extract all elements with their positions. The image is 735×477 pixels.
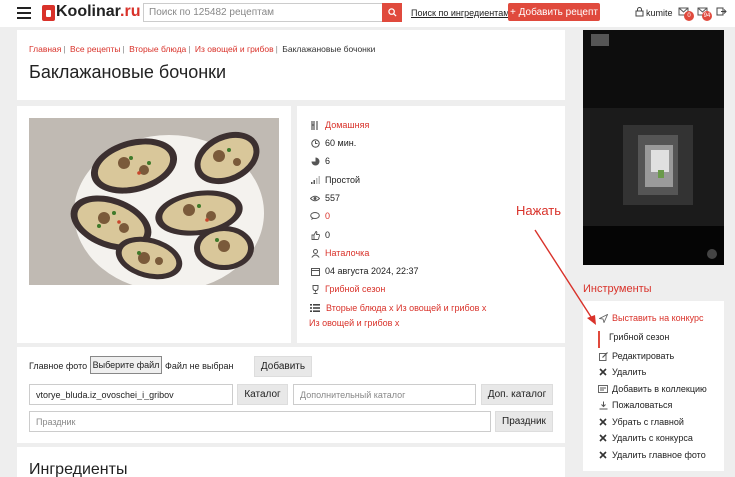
username[interactable]: kumite [646,8,673,18]
info-date: 04 августа 2024, 22:37 [310,266,419,276]
breadcrumb-home[interactable]: Главная [29,44,61,54]
servings-value: 6 [325,156,331,166]
collection-icon [598,385,608,393]
list-icon [310,304,320,312]
pie-icon [310,157,320,166]
logo-icon[interactable] [42,5,55,21]
user-lock-icon [635,7,644,17]
extra-catalog-input[interactable] [293,384,476,405]
catalog-button[interactable]: Каталог [237,384,288,405]
info-contest: Грибной сезон [310,284,385,294]
recipe-photo[interactable] [29,118,279,285]
search-button[interactable] [382,3,402,22]
search-input[interactable] [143,3,383,22]
time-value: 60 мин. [325,138,357,148]
logout-icon[interactable] [716,6,727,17]
choose-file-button[interactable]: Выберите файл [90,356,162,374]
holiday-input[interactable] [29,411,491,432]
submenu-marker [598,331,600,348]
cutlery-icon [310,120,320,130]
thumbs-up-icon[interactable] [310,230,320,240]
catalog-input[interactable] [29,384,233,405]
edit-icon [598,351,608,361]
views-value: 557 [325,193,341,203]
close-icon [598,418,608,426]
breadcrumb-vegetables[interactable]: Из овощей и грибов [195,44,274,54]
submenu-contest-option[interactable]: Грибной сезон [609,332,669,342]
main-photo-label: Главное фото [29,361,88,371]
eye-icon [310,195,320,202]
difficulty-value: Простой [325,175,361,185]
holiday-button[interactable]: Праздник [495,411,553,432]
breadcrumb-current: Баклажановые бочонки [282,44,376,54]
info-views: 557 [310,193,340,203]
add-recipe-button[interactable]: + Добавить рецепт [508,3,600,21]
categories-list: Вторые блюда x Из овощей и грибов x [310,303,486,313]
report-icon [598,401,608,410]
close-icon [598,368,608,376]
extra-catalog-button[interactable]: Доп. каталог [481,384,553,405]
notifications-badge: 0 [684,11,694,21]
annotation-label: Нажать [516,203,561,218]
breadcrumb: Главная | Все рецепты | Вторые блюда | Из о… [29,44,376,54]
annotation-arrow [534,229,596,325]
likes-value: 0 [325,230,331,240]
date-value: 04 августа 2024, 22:37 [325,266,419,276]
trophy-icon [310,284,320,294]
page-title: Баклажановые бочонки [29,62,227,82]
site-logo[interactable]: Koolinar.ru [56,3,140,21]
tool-delete-main-photo[interactable]: Удалить главное фото [598,450,706,460]
author-link[interactable]: Наталочка [325,248,369,258]
categories-line-1[interactable]: Вторые блюда x Из овощей и грибов x [326,303,486,313]
close-icon [598,451,608,459]
info-time: 60 мин. [310,138,356,148]
categories-line-2[interactable]: Из овощей и грибов x [309,318,399,328]
breadcrumb-main-dishes[interactable]: Вторые блюда [129,44,186,54]
ingredients-search-link[interactable]: Поиск по ингредиентам [411,8,509,18]
contest-link[interactable]: Грибной сезон [325,284,385,294]
info-cuisine: Домашняя [310,120,369,130]
close-icon [598,434,608,442]
info-comments: 0 [310,211,330,221]
tool-remove-from-main[interactable]: Убрать с главной [598,417,684,427]
info-author: Наталочка [310,248,369,258]
info-servings: 6 [310,156,330,166]
messages-badge: 94 [702,11,712,21]
ingredients-title: Ингредиенты [29,461,128,477]
add-photo-button[interactable]: Добавить [254,356,312,377]
info-difficulty: Простой [310,175,360,185]
comments-icon [310,212,320,220]
clock-icon [310,138,320,148]
tool-add-collection[interactable]: Добавить в коллекцию [598,384,707,394]
tool-edit[interactable]: Редактировать [598,351,674,361]
comments-link[interactable]: 0 [325,211,330,221]
file-status: Файл не выбран [165,361,234,371]
cuisine-link[interactable]: Домашняя [325,120,369,130]
tool-delete[interactable]: Удалить [598,367,646,377]
breadcrumb-all-recipes[interactable]: Все рецепты [70,44,121,54]
tool-report[interactable]: Пожаловаться [598,400,672,410]
calendar-icon [310,267,320,276]
user-icon [310,248,320,258]
tool-submit-contest[interactable]: Выставить на конкурс [598,313,704,323]
menu-icon[interactable] [17,7,31,19]
info-likes: 0 [310,230,330,240]
search-icon [387,8,397,17]
signal-icon [310,176,320,184]
tool-remove-from-contest[interactable]: Удалить с конкурса [598,433,693,443]
